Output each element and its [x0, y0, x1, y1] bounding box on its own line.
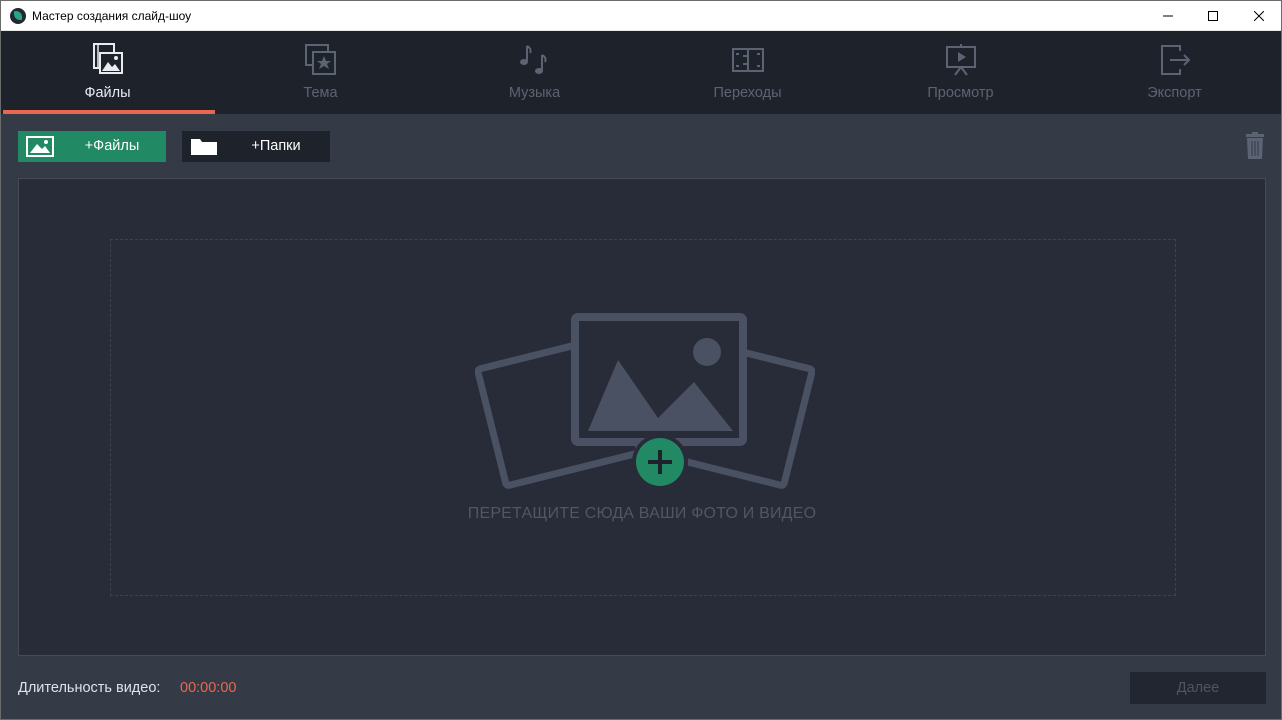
tab-label: Переходы [713, 85, 782, 101]
tab-music[interactable]: Музыка [428, 31, 641, 114]
minimize-icon [1163, 15, 1173, 17]
next-button[interactable]: Далее [1130, 672, 1266, 704]
film-photo-icon [92, 43, 123, 74]
add-folders-label: +Папки [251, 138, 301, 154]
tab-theme[interactable]: Тема [214, 31, 427, 114]
trash-icon [1246, 132, 1264, 159]
add-photos-icon [475, 313, 815, 490]
app-logo-icon [10, 8, 26, 24]
music-notes-icon [519, 45, 547, 74]
transitions-icon [731, 48, 764, 72]
close-button[interactable] [1236, 1, 1282, 31]
wizard-tab-bar: Файлы Тема Музыка Переходы Просмотр Эксп… [1, 31, 1281, 114]
active-tab-indicator [3, 110, 215, 114]
preview-screen-icon [945, 44, 976, 76]
delete-button[interactable] [1243, 132, 1267, 160]
close-icon [1254, 11, 1264, 21]
video-duration-label: Длительность видео: [18, 680, 161, 696]
export-icon [1160, 45, 1190, 75]
tab-label: Тема [303, 85, 338, 101]
tab-label: Файлы [84, 85, 131, 101]
tab-label: Экспорт [1147, 85, 1202, 101]
maximize-button[interactable] [1190, 1, 1236, 31]
tab-files[interactable]: Файлы [1, 31, 215, 114]
media-drop-zone[interactable]: ПЕРЕТАЩИТЕ СЮДА ВАШИ ФОТО И ВИДЕО [18, 178, 1266, 656]
app-window: Мастер создания слайд-шоу Файлы Тема Муз… [0, 0, 1282, 720]
folder-icon [191, 139, 217, 155]
image-icon [26, 136, 54, 157]
tab-label: Музыка [508, 85, 561, 101]
tab-transitions[interactable]: Переходы [641, 31, 854, 114]
window-title: Мастер создания слайд-шоу [32, 9, 192, 23]
tab-preview[interactable]: Просмотр [854, 31, 1067, 114]
tab-label: Просмотр [927, 85, 994, 101]
add-files-button[interactable]: +Файлы [18, 131, 166, 162]
add-files-label: +Файлы [84, 138, 140, 154]
tab-export[interactable]: Экспорт [1068, 31, 1281, 114]
drop-hint-text: ПЕРЕТАЩИТЕ СЮДА ВАШИ ФОТО И ВИДЕО [467, 505, 817, 522]
minimize-button[interactable] [1145, 1, 1191, 31]
video-duration-value: 00:00:00 [180, 680, 237, 696]
theme-star-icon [304, 44, 336, 75]
maximize-icon [1208, 11, 1218, 21]
title-bar: Мастер создания слайд-шоу [1, 1, 1281, 31]
add-folders-button[interactable]: +Папки [182, 131, 330, 162]
